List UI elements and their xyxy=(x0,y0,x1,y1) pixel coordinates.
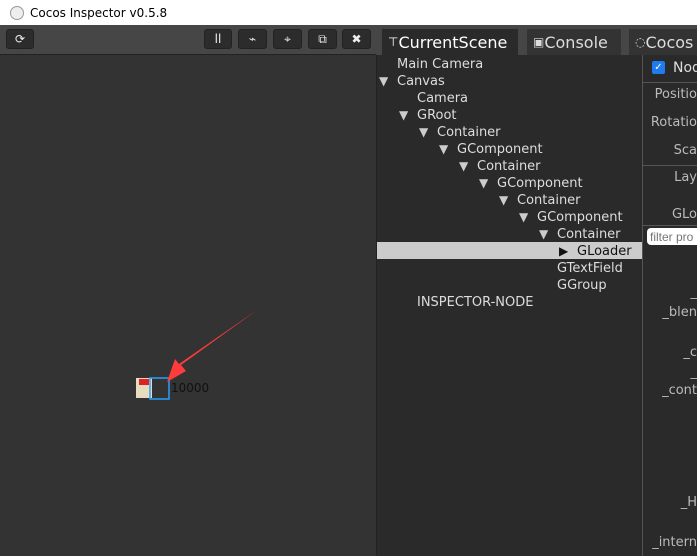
rotate-button[interactable]: ⧉ xyxy=(308,29,337,49)
tools-icon: ✖ xyxy=(351,32,362,46)
selection-box xyxy=(149,377,170,400)
tree-node-label: Container xyxy=(437,125,501,140)
scene-view[interactable]: 10000 xyxy=(0,55,376,556)
collapse-arrow-icon[interactable]: ▶ xyxy=(559,243,568,260)
expand-arrow-icon[interactable]: ▼ xyxy=(499,192,508,209)
property-label: _blen xyxy=(662,305,697,320)
santa-hat xyxy=(139,379,149,385)
layer-label: Lay xyxy=(674,170,697,185)
expand-arrow-icon[interactable]: ▼ xyxy=(479,175,488,192)
property-label: _H xyxy=(680,495,697,510)
expand-arrow-icon[interactable]: ▼ xyxy=(439,141,448,158)
tab-label: Cocos xyxy=(645,32,694,52)
toolbar: ⟳ ll ⌁ ⌖ ⧉ ✖ xyxy=(0,25,376,55)
expand-arrow-icon[interactable]: ▼ xyxy=(399,107,408,124)
tree-node-label: GComponent xyxy=(497,176,583,191)
terminal-icon: ▣ xyxy=(533,35,545,49)
tree-node-label: Container xyxy=(517,193,581,208)
position-label: Positio xyxy=(654,87,697,102)
tree-node-label: GComponent xyxy=(457,142,543,157)
locate-button[interactable]: ⌖ xyxy=(273,29,302,49)
tools-button[interactable]: ✖ xyxy=(342,29,371,49)
expand-arrow-icon[interactable]: ▼ xyxy=(519,209,528,226)
scene-label: 10000 xyxy=(171,381,210,395)
expand-arrow-icon[interactable]: ▼ xyxy=(539,226,548,243)
property-label: _intern xyxy=(652,535,697,550)
divider xyxy=(643,225,697,226)
filter-input[interactable] xyxy=(647,228,697,245)
expand-arrow-icon[interactable]: ▼ xyxy=(379,73,388,90)
scale-label: Sca xyxy=(673,143,697,158)
tree-node-label: GComponent xyxy=(537,210,623,225)
flame-icon: ◌ xyxy=(635,35,646,49)
tree-node-label: INSPECTOR-NODE xyxy=(417,295,534,310)
tab-bar: ⊤ CurrentScene ▣ Console ◌ Cocos xyxy=(376,25,697,55)
stats-button[interactable]: ⌁ xyxy=(238,29,267,49)
expand-arrow-icon[interactable]: ▼ xyxy=(459,158,468,175)
tree-node-label: GRoot xyxy=(417,108,457,123)
node-label: Nod xyxy=(673,60,697,76)
tree-node-label: Camera xyxy=(417,91,469,106)
tree-node-label: Container xyxy=(477,159,541,174)
property-label: _ xyxy=(690,285,697,300)
tree-node-label: Container xyxy=(557,227,621,242)
tree-icon: ⊤ xyxy=(388,35,399,49)
tree-node-label: GTextField xyxy=(557,261,623,276)
tree-node-label: GLoader xyxy=(577,244,632,259)
node-active-checkbox[interactable]: ✓ xyxy=(652,61,665,74)
tree-node-label: GGroup xyxy=(557,278,607,293)
component-label: GLo xyxy=(671,207,697,222)
refresh-button[interactable]: ⟳ xyxy=(6,29,34,49)
property-label: _c xyxy=(683,345,697,360)
tree-node-label: Canvas xyxy=(397,74,445,89)
refresh-icon: ⟳ xyxy=(14,32,26,46)
crosshair-icon: ⌖ xyxy=(284,31,291,46)
title-bar: Cocos Inspector v0.5.8 xyxy=(0,0,697,25)
pause-button[interactable]: ll xyxy=(204,29,232,49)
red-arrow xyxy=(167,310,257,382)
tab-label: Console xyxy=(544,32,608,52)
window-title: Cocos Inspector v0.5.8 xyxy=(30,5,168,20)
expand-arrow-icon[interactable]: ▼ xyxy=(419,124,428,141)
chart-icon: ⌁ xyxy=(248,32,257,46)
tab-label: CurrentScene xyxy=(398,32,508,52)
tree-node-label: Main Camera xyxy=(397,57,484,72)
tab-current-scene[interactable]: ⊤ CurrentScene xyxy=(382,29,518,55)
inspector-panel: ✓ Nod Positio Rotatio Sca Lay GLo _ _ble… xyxy=(642,55,697,556)
rotate-icon: ⧉ xyxy=(318,31,327,46)
tab-console[interactable]: ▣ Console xyxy=(527,29,621,55)
node-header: ✓ Nod xyxy=(643,55,697,83)
scene-tree: Main Camera ▼ Canvas Camera ▼ GRoot ▼ Container… xyxy=(376,55,643,556)
pause-icon: ll xyxy=(214,32,222,46)
rotation-label: Rotatio xyxy=(650,115,697,130)
property-label: _ xyxy=(690,365,697,380)
divider xyxy=(643,165,697,166)
app-logo-icon xyxy=(10,5,24,20)
property-label: _cont xyxy=(662,383,697,398)
tab-cocos[interactable]: ◌ Cocos xyxy=(629,29,697,55)
scene-canvas xyxy=(136,310,257,400)
